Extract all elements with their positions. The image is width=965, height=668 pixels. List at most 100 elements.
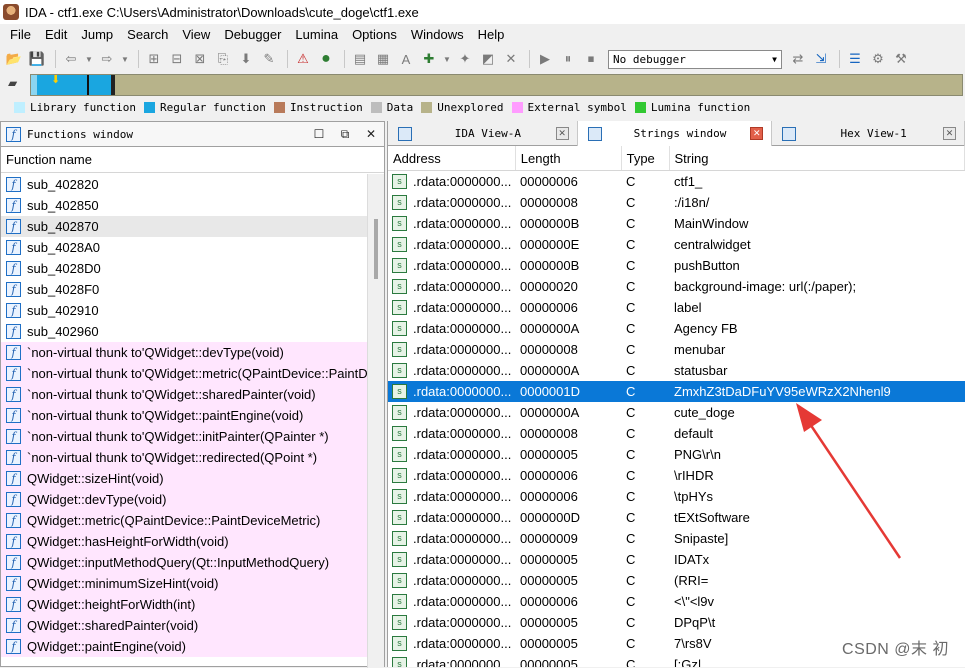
- function-row[interactable]: f `non-virtual thunk to'QWidget::redirect…: [1, 447, 367, 468]
- column-header-length[interactable]: Length: [516, 146, 622, 170]
- jump-icon[interactable]: ⎘: [213, 49, 233, 69]
- nav-strip[interactable]: ⬇: [30, 74, 963, 96]
- menu-view[interactable]: View: [175, 27, 217, 42]
- function-row[interactable]: f sub_402910: [1, 300, 367, 321]
- menu-file[interactable]: File: [3, 27, 38, 42]
- function-row[interactable]: f `non-virtual thunk to'QWidget::initPain…: [1, 426, 367, 447]
- string-row[interactable]: s .rdata:0000000... 0000000A Cstatusbar: [388, 360, 965, 381]
- column-header-type[interactable]: Type: [622, 146, 670, 170]
- string-row[interactable]: s .rdata:0000000... 00000005 C PNG\r\n: [388, 444, 965, 465]
- string-row[interactable]: s .rdata:0000000... 00000005 C DPqP\t: [388, 612, 965, 633]
- function-row[interactable]: f QWidget::heightForWidth(int): [1, 594, 367, 615]
- step-icon[interactable]: ⇲: [811, 49, 831, 69]
- string-row[interactable]: s .rdata:0000000... 00000008 Cdefault: [388, 423, 965, 444]
- string-row[interactable]: s .rdata:0000000... 0000000D CtEXtSoftware: [388, 507, 965, 528]
- plugin-icon[interactable]: ⚙: [868, 49, 888, 69]
- go-icon[interactable]: ●: [316, 49, 336, 69]
- chevron-down-icon[interactable]: ▼: [120, 49, 130, 69]
- stop-icon[interactable]: ⏹: [581, 49, 601, 69]
- function-row[interactable]: f `non-virtual thunk to'QWidget::sharedPa…: [1, 384, 367, 405]
- navigator-icon[interactable]: ▰: [8, 76, 24, 94]
- graph-icon[interactable]: ◩: [478, 49, 498, 69]
- menu-edit[interactable]: Edit: [38, 27, 74, 42]
- tab-ida-view-a[interactable]: IDA View-A ✕: [388, 121, 578, 146]
- menu-windows[interactable]: Windows: [404, 27, 471, 42]
- data-icon[interactable]: ▦: [373, 49, 393, 69]
- function-row[interactable]: f QWidget::hasHeightForWidth(void): [1, 531, 367, 552]
- function-row[interactable]: f sub_402820: [1, 174, 367, 195]
- function-row[interactable]: f QWidget::devType(void): [1, 489, 367, 510]
- string-row[interactable]: s .rdata:0000000... 0000000B C MainWindow: [388, 213, 965, 234]
- close-icon[interactable]: ✕: [555, 127, 569, 140]
- string-row[interactable]: s .rdata:0000000... 0000000A Ccute_doge: [388, 402, 965, 423]
- string-row[interactable]: s .rdata:0000000... 0000001D C ZmxhZ3tDaDFuY…: [388, 381, 965, 402]
- code-icon[interactable]: ▤: [350, 49, 370, 69]
- string-row[interactable]: s .rdata:0000000... 00000006 Clabel: [388, 297, 965, 318]
- text-search-icon[interactable]: ⊟: [167, 49, 187, 69]
- string-row[interactable]: s .rdata:0000000... 00000009 C Snipaste]: [388, 528, 965, 549]
- warning-icon[interactable]: ⚠: [293, 49, 313, 69]
- back-icon[interactable]: ⇦: [61, 49, 81, 69]
- add-struct-icon[interactable]: ✚: [419, 49, 439, 69]
- menu-options[interactable]: Options: [345, 27, 404, 42]
- menu-help[interactable]: Help: [471, 27, 512, 42]
- string-row[interactable]: s .rdata:0000000... 0000000A C Agency FB: [388, 318, 965, 339]
- save-icon[interactable]: 💾: [27, 49, 47, 69]
- patch-icon[interactable]: ✎: [259, 49, 279, 69]
- attach-icon[interactable]: ⇄: [788, 49, 808, 69]
- string-row[interactable]: s .rdata:0000000... 0000000B CpushButton: [388, 255, 965, 276]
- function-row[interactable]: f QWidget::minimumSizeHint(void): [1, 573, 367, 594]
- function-row[interactable]: f QWidget::sizeHint(void): [1, 468, 367, 489]
- tab-strings-window[interactable]: Strings window ✕: [577, 121, 773, 146]
- string-row[interactable]: s .rdata:0000000... 00000005 C IDATx: [388, 549, 965, 570]
- function-row[interactable]: f `non-virtual thunk to'QWidget::devType(…: [1, 342, 367, 363]
- column-header-string[interactable]: String: [670, 146, 965, 170]
- chevron-down-icon[interactable]: ▼: [442, 49, 452, 69]
- function-row[interactable]: f QWidget::metric(QPaintDevice::PaintDevi…: [1, 510, 367, 531]
- function-row[interactable]: f sub_4028A0: [1, 237, 367, 258]
- string-row[interactable]: s .rdata:0000000... 00000008 C:/i18n/: [388, 192, 965, 213]
- column-header-address[interactable]: Address: [388, 146, 516, 170]
- string-row[interactable]: s .rdata:0000000... 00000006 C <\"<l9v: [388, 591, 965, 612]
- settings-icon[interactable]: ⚒: [891, 49, 911, 69]
- function-row[interactable]: f `non-virtual thunk to'QWidget::metric(Q…: [1, 363, 367, 384]
- menu-search[interactable]: Search: [120, 27, 175, 42]
- function-row[interactable]: f sub_4028D0: [1, 258, 367, 279]
- function-row[interactable]: f sub_402960: [1, 321, 367, 342]
- function-row[interactable]: f `non-virtual thunk to'QWidget::paintEng…: [1, 405, 367, 426]
- binary-search-icon[interactable]: ⊞: [144, 49, 164, 69]
- list-icon[interactable]: ☰: [845, 49, 865, 69]
- menu-jump[interactable]: Jump: [74, 27, 120, 42]
- function-row[interactable]: f QWidget::inputMethodQuery(Qt::InputMeth…: [1, 552, 367, 573]
- string-row[interactable]: s .rdata:0000000... 0000000E Ccentralwidget: [388, 234, 965, 255]
- string-row[interactable]: s .rdata:0000000... 00000006 Cctf1_: [388, 171, 965, 192]
- close-icon[interactable]: ✕: [943, 127, 956, 140]
- search-next-icon[interactable]: ⊠: [190, 49, 210, 69]
- string-row[interactable]: s .rdata:0000000... 00000020 Cbackground-im…: [388, 276, 965, 297]
- string-row[interactable]: s .rdata:0000000... 00000006 C \tpHYs: [388, 486, 965, 507]
- function-name-column-header[interactable]: Function name: [1, 147, 384, 173]
- tab-hex-view-1[interactable]: Hex View-1 ✕: [772, 121, 965, 146]
- string-row[interactable]: s .rdata:0000000... 00000008 Cmenubar: [388, 339, 965, 360]
- function-row[interactable]: f sub_402870: [1, 216, 367, 237]
- run-icon[interactable]: ▶: [535, 49, 555, 69]
- open-icon[interactable]: 📂: [4, 49, 24, 69]
- float-icon[interactable]: ⧉: [332, 127, 358, 142]
- function-row[interactable]: f sub_402850: [1, 195, 367, 216]
- scrollbar-thumb[interactable]: [374, 219, 378, 279]
- menu-debugger[interactable]: Debugger: [217, 27, 288, 42]
- menu-lumina[interactable]: Lumina: [288, 27, 345, 42]
- string-row[interactable]: s .rdata:0000000... 00000006 C \rIHDR: [388, 465, 965, 486]
- close-icon[interactable]: ✕: [501, 49, 521, 69]
- close-icon[interactable]: ✕: [750, 127, 764, 140]
- navigation-band[interactable]: ▰ ⬇: [0, 72, 965, 98]
- functions-scrollbar[interactable]: [367, 174, 384, 668]
- pause-icon[interactable]: ⏸: [558, 49, 578, 69]
- minimize-icon[interactable]: ☐: [306, 127, 332, 141]
- down-arrow-icon[interactable]: ⬇: [236, 49, 256, 69]
- xref-icon[interactable]: ✦: [455, 49, 475, 69]
- string-icon[interactable]: A: [396, 49, 416, 69]
- debugger-select[interactable]: No debugger ▼: [608, 49, 782, 69]
- function-row[interactable]: f QWidget::sharedPainter(void): [1, 615, 367, 636]
- chevron-down-icon[interactable]: ▼: [84, 49, 94, 69]
